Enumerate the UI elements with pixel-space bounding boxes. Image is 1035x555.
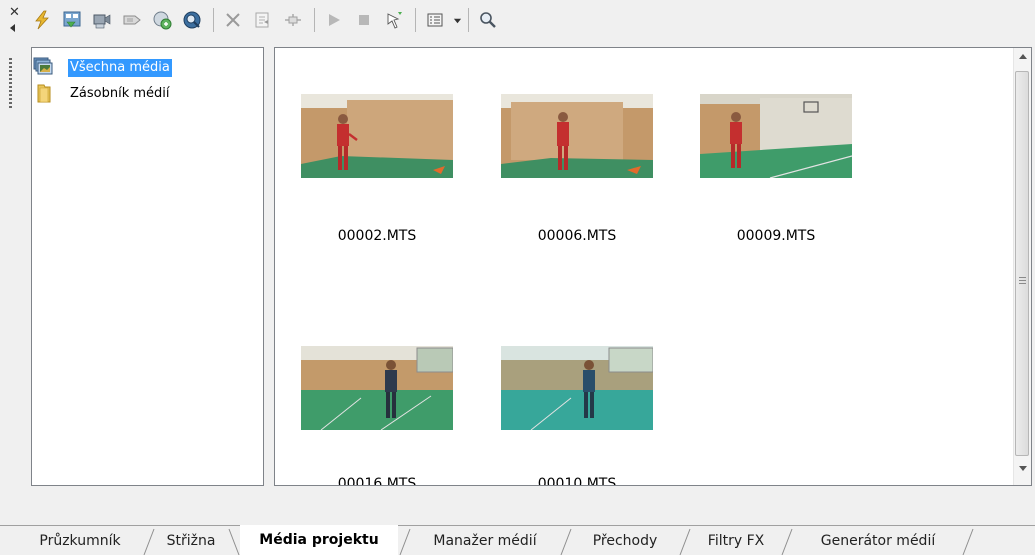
tab-transitions[interactable]: Přechody <box>573 527 677 555</box>
tab-trimmer[interactable]: Střižna <box>155 527 227 555</box>
tab-divider <box>143 528 155 555</box>
auto-preview-icon <box>387 12 402 29</box>
toolbar-separator <box>314 8 315 32</box>
tab-label: Generátor médií <box>820 533 936 549</box>
tab-divider <box>679 528 691 555</box>
properties-icon <box>285 14 301 26</box>
media-filename: 00010.MTS <box>537 476 617 486</box>
capture-video-icon <box>93 14 111 29</box>
media-bin-tree: Všechna média Zásobník médií <box>31 47 264 486</box>
properties-button[interactable] <box>279 6 307 34</box>
get-media-button[interactable] <box>118 6 146 34</box>
stop-icon <box>359 15 369 25</box>
toolbar-separator <box>468 8 469 32</box>
search-disc-button[interactable] <box>178 6 206 34</box>
video-thumbnail-image <box>501 346 653 430</box>
tab-divider <box>781 528 793 555</box>
tab-label: Filtry FX <box>707 533 765 549</box>
remove-button[interactable] <box>219 6 247 34</box>
lightning-button[interactable] <box>28 6 56 34</box>
vertical-scrollbar[interactable] <box>1013 48 1031 485</box>
dock-grip-handle[interactable] <box>9 58 12 108</box>
toolbar-separator <box>415 8 416 32</box>
get-media-icon <box>123 15 141 25</box>
zoom-button[interactable] <box>474 6 502 34</box>
tree-item-media-bin[interactable]: Zásobník médií <box>37 84 172 104</box>
tree-item-all-media[interactable]: Všechna média <box>33 57 172 78</box>
add-to-list-button[interactable] <box>249 6 277 34</box>
all-media-icon <box>33 57 53 75</box>
search-disc-icon <box>183 11 201 29</box>
lightning-icon <box>35 10 49 30</box>
media-thumbnail[interactable] <box>301 346 453 430</box>
tab-divider <box>962 528 974 555</box>
stop-button[interactable] <box>350 6 378 34</box>
add-to-list-icon <box>255 12 269 28</box>
media-toolbar <box>28 4 988 36</box>
tab-label: Manažer médií <box>433 533 537 549</box>
tree-item-label: Zásobník médií <box>70 86 170 101</box>
views-dropdown-button[interactable] <box>451 6 463 34</box>
tab-divider <box>228 528 240 555</box>
tab-label: Přechody <box>592 533 658 549</box>
magnifier-icon <box>480 12 496 28</box>
media-fx-button[interactable] <box>148 6 176 34</box>
scroll-up-arrow-icon[interactable] <box>1019 54 1027 59</box>
tab-project-media[interactable]: Média projektu <box>240 525 398 555</box>
video-thumbnail-image <box>700 94 852 178</box>
media-filename: 00006.MTS <box>537 228 617 244</box>
views-icon <box>427 13 443 27</box>
tab-label: Průzkumník <box>39 533 121 549</box>
video-thumbnail-image <box>301 94 453 178</box>
media-grid-panel: 00002.MTS 00006.MTS 00009.MTS 00016.MTS … <box>274 47 1032 486</box>
views-button[interactable] <box>421 6 449 34</box>
play-icon <box>329 14 340 26</box>
auto-preview-button[interactable] <box>380 6 408 34</box>
media-filename: 00009.MTS <box>736 228 816 244</box>
tab-label: Média projektu <box>259 532 379 548</box>
import-media-icon <box>63 11 81 28</box>
video-thumbnail-image <box>501 94 653 178</box>
tab-label: Střižna <box>166 533 216 549</box>
tab-divider <box>560 528 572 555</box>
scroll-down-arrow-icon[interactable] <box>1019 466 1027 471</box>
tab-video-fx[interactable]: Filtry FX <box>692 527 780 555</box>
toolbar-separator <box>213 8 214 32</box>
media-thumbnail[interactable] <box>301 94 453 178</box>
media-fx-icon <box>153 11 172 30</box>
play-button[interactable] <box>320 6 348 34</box>
capture-video-button[interactable] <box>88 6 116 34</box>
chevron-down-icon <box>453 18 461 23</box>
import-media-button[interactable] <box>58 6 86 34</box>
tree-item-label: Všechna média <box>68 59 172 77</box>
tabbar-divider <box>0 525 1035 526</box>
media-filename: 00002.MTS <box>337 228 417 244</box>
media-thumbnail[interactable] <box>501 346 653 430</box>
media-filename: 00016.MTS <box>337 476 417 486</box>
video-thumbnail-image <box>301 346 453 430</box>
collapse-arrow-icon[interactable] <box>10 24 15 32</box>
tab-explorer[interactable]: Průzkumník <box>20 527 140 555</box>
media-thumbnail[interactable] <box>501 94 653 178</box>
media-thumbnail[interactable] <box>700 94 852 178</box>
scrollbar-thumb[interactable] <box>1015 71 1029 456</box>
scroll-grip-icon <box>1019 277 1026 284</box>
window-tab-bar: Průzkumník Střižna Média projektu Manaže… <box>0 525 1035 555</box>
tab-divider <box>399 528 411 555</box>
dock-gutter: ✕ <box>0 0 22 500</box>
folder-icon <box>37 84 51 103</box>
tab-media-generators[interactable]: Generátor médií <box>794 527 962 555</box>
close-icon[interactable]: ✕ <box>9 6 20 19</box>
tab-media-manager[interactable]: Manažer médií <box>412 527 558 555</box>
remove-icon <box>226 13 240 27</box>
